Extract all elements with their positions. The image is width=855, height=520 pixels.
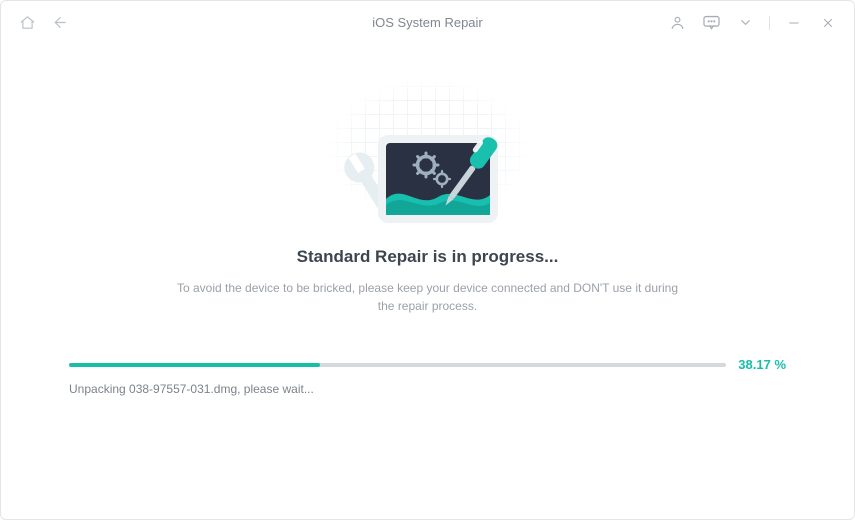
titlebar-right xyxy=(665,11,840,35)
progress-bar-fill xyxy=(69,363,320,367)
user-icon xyxy=(669,14,686,31)
app-window: iOS System Repair xyxy=(0,0,855,520)
minimize-button[interactable] xyxy=(782,11,806,35)
account-button[interactable] xyxy=(665,11,689,35)
progress-status-text: Unpacking 038-97557-031.dmg, please wait… xyxy=(69,382,786,396)
close-icon xyxy=(821,16,835,30)
feedback-button[interactable] xyxy=(699,11,723,35)
minimize-icon xyxy=(787,16,801,30)
illustration-grid xyxy=(308,69,548,229)
home-icon xyxy=(19,14,36,31)
back-button[interactable] xyxy=(47,11,71,35)
progress-subtext: To avoid the device to be bricked, pleas… xyxy=(168,279,688,315)
menu-button[interactable] xyxy=(733,11,757,35)
close-button[interactable] xyxy=(816,11,840,35)
progress-heading: Standard Repair is in progress... xyxy=(297,247,559,267)
progress-bar xyxy=(69,363,726,367)
divider xyxy=(769,16,770,30)
progress-percent: 38.17 % xyxy=(738,357,786,372)
titlebar: iOS System Repair xyxy=(1,1,854,45)
arrow-left-icon xyxy=(51,14,68,31)
chevron-down-icon xyxy=(738,15,753,30)
titlebar-left xyxy=(15,11,71,35)
progress-section: 38.17 % xyxy=(69,357,786,372)
home-button[interactable] xyxy=(15,11,39,35)
main-content: Standard Repair is in progress... To avo… xyxy=(1,45,854,519)
chat-icon xyxy=(702,14,721,31)
